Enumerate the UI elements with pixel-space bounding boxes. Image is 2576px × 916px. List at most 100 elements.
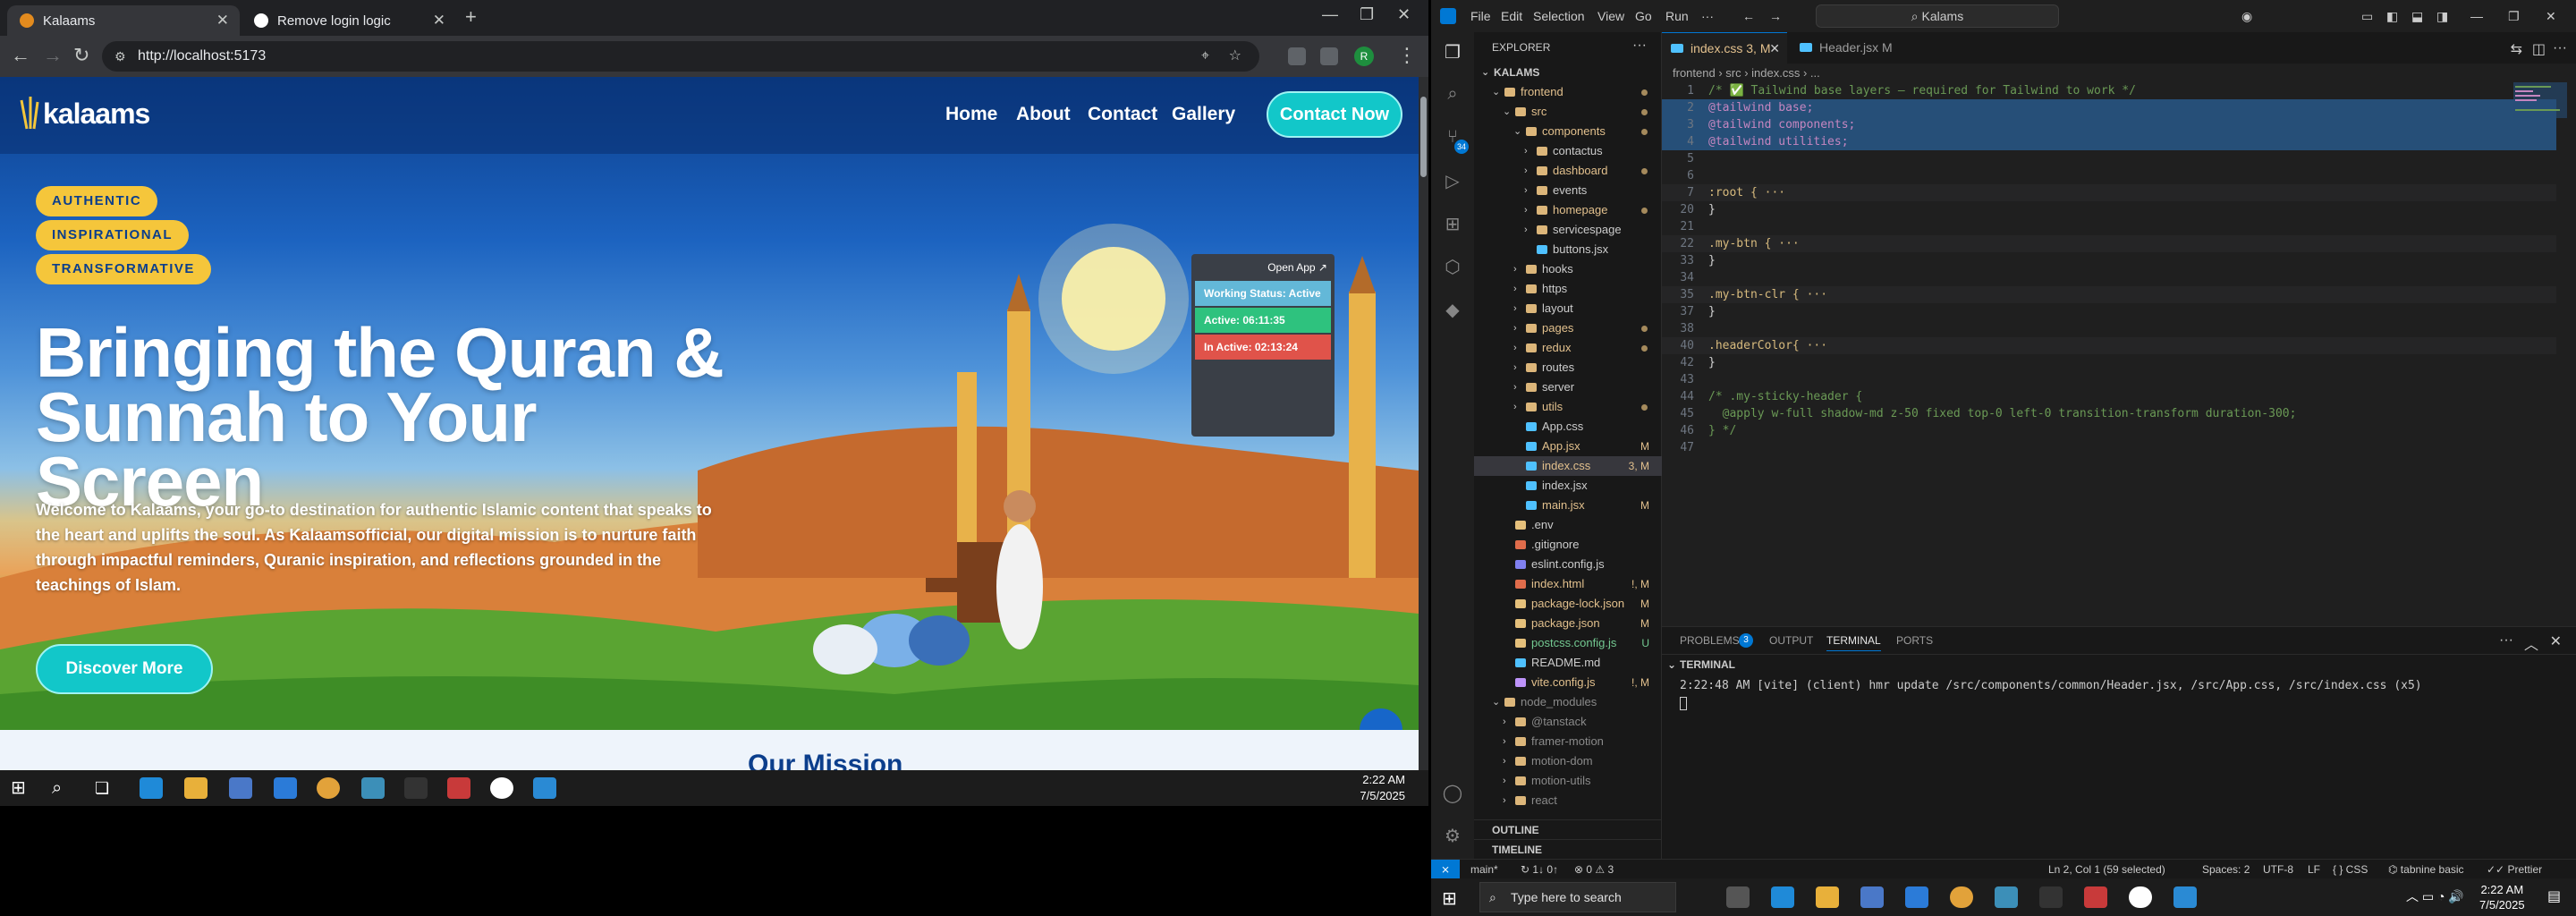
panel-tab-output[interactable]: OUTPUT (1769, 634, 1813, 647)
edge-icon[interactable] (1771, 886, 1794, 908)
code-line[interactable]: 4 @tailwind utilities; (1662, 133, 2556, 150)
nav-gallery[interactable]: Gallery (1172, 104, 1235, 125)
code-line[interactable]: 37} (1662, 303, 2556, 320)
nav-home[interactable]: Home (945, 104, 997, 125)
mongodb-icon[interactable]: ◆ (1442, 299, 1463, 320)
maximize-icon[interactable]: ❐ (2508, 9, 2520, 24)
task-view-icon[interactable]: ❏ (95, 777, 118, 799)
tree-item[interactable]: App.css (1474, 417, 1662, 437)
code-line[interactable]: 40 .headerColor{ ··· (1662, 337, 2556, 354)
app-icon[interactable] (2084, 886, 2107, 908)
remote-explorer-icon[interactable]: ⬡ (1442, 256, 1463, 277)
app-icon[interactable] (361, 777, 385, 799)
file-explorer-icon[interactable] (184, 777, 208, 799)
tree-item[interactable]: ⌄ node_modules (1474, 692, 1662, 712)
tree-item[interactable]: ⌄ frontend (1474, 82, 1662, 102)
toggle-panel-icon[interactable]: ⬓ (2411, 9, 2423, 24)
tree-item[interactable]: .env (1474, 515, 1662, 535)
file-explorer-icon[interactable] (1816, 886, 1839, 908)
breadcrumb[interactable]: frontend › src › index.css › ... (1673, 66, 1820, 80)
tree-item[interactable]: › layout (1474, 299, 1662, 318)
taskbar-clock[interactable]: 2:22 AM 7/5/2025 (1360, 772, 1405, 804)
tree-item[interactable]: › pages (1474, 318, 1662, 338)
tree-item[interactable]: .gitignore (1474, 535, 1662, 555)
tree-item[interactable]: › motion-dom (1474, 751, 1662, 771)
open-app-link[interactable]: Open App ↗ (1267, 261, 1327, 274)
tree-item[interactable]: › contactus (1474, 141, 1662, 161)
settings-gear-icon[interactable]: ⚙ (1442, 825, 1463, 846)
workspace-root[interactable]: ⌄ KALAMS (1474, 63, 1662, 82)
tree-item[interactable]: main.jsx M (1474, 496, 1662, 515)
app-icon[interactable] (2129, 886, 2152, 908)
toggle-secondary-sidebar-icon[interactable]: ◨ (2436, 9, 2448, 24)
terminal-header[interactable]: ⌄ TERMINAL (1662, 654, 2576, 674)
code-line[interactable]: 20} (1662, 201, 2556, 218)
tabnine-status[interactable]: ⌬ tabnine basic (2388, 860, 2464, 879)
tree-item[interactable]: › react (1474, 791, 1662, 810)
editor-tab-header-jsx[interactable]: Header.jsx M (1791, 32, 1907, 64)
minimap[interactable] (2513, 82, 2567, 225)
menu-selection[interactable]: Selection (1533, 9, 1585, 23)
tree-item[interactable]: › motion-utils (1474, 771, 1662, 791)
back-arrow-icon[interactable]: ← (11, 45, 30, 66)
close-tab-icon[interactable]: ✕ (1769, 33, 1780, 64)
system-tray-icon[interactable]: ︿ ▭ ◔ 🔊 (2406, 887, 2464, 905)
menu-edit[interactable]: Edit (1501, 9, 1522, 23)
store-icon[interactable] (229, 777, 252, 799)
tree-item[interactable]: vite.config.js !, M (1474, 673, 1662, 692)
code-line[interactable]: 7:root { ··· (1662, 184, 2556, 201)
more-actions-icon[interactable]: ··· (2499, 632, 2513, 649)
discover-more-button[interactable]: Discover More (36, 644, 213, 694)
site-logo-text[interactable]: kalaams (43, 98, 150, 131)
compare-icon[interactable]: ⇆ (2511, 40, 2522, 58)
extension-icon[interactable] (1288, 47, 1306, 65)
close-tab-icon[interactable]: ✕ (216, 12, 229, 30)
code-line[interactable]: 1 /* ✅ Tailwind base layers — required fo… (1662, 82, 2556, 99)
code-line[interactable]: 43 (1662, 371, 2556, 388)
store-icon[interactable] (1860, 886, 1884, 908)
task-view-icon[interactable] (1726, 886, 1750, 908)
new-tab-button[interactable]: + (465, 5, 477, 29)
address-bar[interactable]: ⚙ http://localhost:5173 ⌖ ☆ (102, 41, 1259, 72)
bookmark-star-icon[interactable]: ☆ (1229, 41, 1241, 72)
terminal-icon[interactable] (2039, 886, 2063, 908)
reload-icon[interactable]: ↻ (73, 45, 89, 66)
tree-item[interactable]: App.jsx M (1474, 437, 1662, 456)
more-actions-icon[interactable]: ··· (1632, 38, 1647, 54)
remote-indicator-icon[interactable]: ⨯ (1431, 860, 1460, 879)
tree-item[interactable]: postcss.config.js U (1474, 633, 1662, 653)
tree-item[interactable]: › routes (1474, 358, 1662, 377)
code-line[interactable]: 35 .my-btn-clr { ··· (1662, 286, 2556, 303)
code-line[interactable]: 33} (1662, 252, 2556, 269)
tree-item[interactable]: › dashboard (1474, 161, 1662, 181)
code-line[interactable]: 42} (1662, 354, 2556, 371)
git-sync[interactable]: ↻ 1↓ 0↑ (1521, 860, 1558, 879)
code-line[interactable]: 34 (1662, 269, 2556, 286)
tree-item[interactable]: index.css 3, M (1474, 456, 1662, 476)
profile-avatar[interactable]: R (1354, 47, 1374, 66)
code-line[interactable]: 2 @tailwind base; (1662, 99, 2556, 116)
tree-item[interactable]: eslint.config.js (1474, 555, 1662, 574)
code-line[interactable]: 3 @tailwind components; (1662, 116, 2556, 133)
windows-start-icon[interactable]: ⊞ (11, 777, 34, 799)
site-info-icon[interactable]: ⚙ (114, 41, 126, 72)
code-line[interactable]: 38 (1662, 320, 2556, 337)
explorer-icon[interactable]: ❐ (1442, 41, 1463, 63)
location-icon[interactable]: ⌖ (1201, 41, 1209, 72)
tree-item[interactable]: › redux (1474, 338, 1662, 358)
timeline-section[interactable]: TIMELINE (1474, 839, 1662, 859)
outline-section[interactable]: OUTLINE (1474, 819, 1662, 839)
edge-icon[interactable] (140, 777, 163, 799)
chrome-icon[interactable] (1950, 886, 1973, 908)
more-actions-icon[interactable]: ··· (2553, 40, 2567, 56)
scrollbar-thumb[interactable] (1420, 97, 1427, 177)
panel-tab-problems[interactable]: PROBLEMS (1680, 634, 1740, 647)
code-line[interactable]: 46} */ (1662, 422, 2556, 439)
mail-icon[interactable] (274, 777, 297, 799)
menu-more[interactable]: ··· (1701, 9, 1714, 23)
tree-item[interactable]: › events (1474, 181, 1662, 200)
code-line[interactable]: 5 (1662, 150, 2556, 167)
nav-forward-icon[interactable]: → (1769, 9, 1782, 23)
app-icon[interactable] (447, 777, 470, 799)
panel-tab-ports[interactable]: PORTS (1896, 634, 1933, 647)
